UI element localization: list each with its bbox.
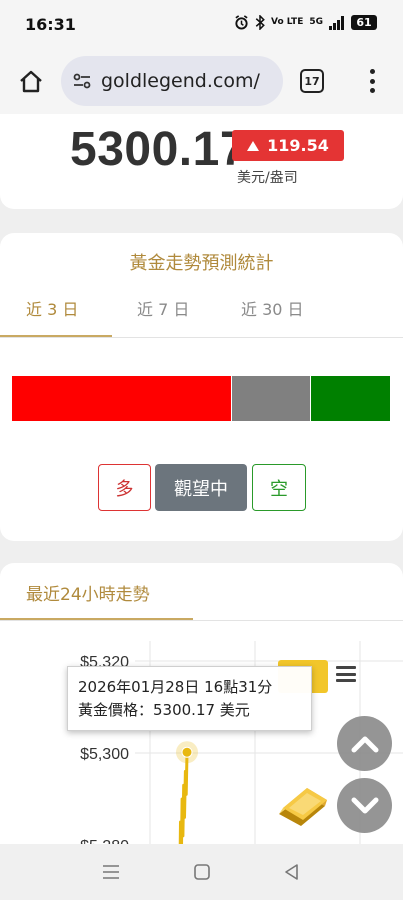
- gold-price: 5300.17: [70, 123, 248, 176]
- wait-button[interactable]: 觀望中: [155, 464, 247, 511]
- tooltip-price: 黃金價格：5300.17 美元: [78, 701, 250, 719]
- menu-dot-icon: [369, 69, 375, 74]
- signal-icon: [329, 15, 344, 30]
- back-icon[interactable]: [282, 862, 302, 882]
- tab-3-days[interactable]: 近 3 日: [26, 296, 78, 320]
- home-button[interactable]: [14, 65, 48, 99]
- highlight-point: [181, 746, 193, 758]
- neutral-bar: [232, 376, 310, 421]
- network-label: 5G: [309, 17, 323, 27]
- alarm-icon: [235, 15, 248, 30]
- tab-switcher-button[interactable]: 17: [300, 69, 324, 93]
- tab-30-days[interactable]: 近 30 日: [241, 296, 304, 320]
- menu-line-icon: [336, 679, 356, 682]
- chevron-up-icon: [351, 736, 378, 752]
- menu-dot-icon: [369, 88, 375, 93]
- system-nav-bar: [0, 844, 403, 900]
- chart-tooltip: 2026年01月28日 16點31分 黃金價格：5300.17 美元: [67, 666, 312, 731]
- tooltip-datetime: 2026年01月28日 16點31分: [78, 678, 273, 696]
- y-tick-label: $5,300: [80, 746, 129, 763]
- site-settings-icon[interactable]: [71, 70, 93, 92]
- status-bar: 16:31 Vo LTE 5G 61: [0, 0, 403, 52]
- home-icon: [20, 70, 42, 93]
- price-card: 5300.17 119.54 美元/盎司: [0, 114, 403, 209]
- chevron-down-icon: [351, 797, 378, 813]
- trend-title: 最近24小時走勢: [26, 585, 150, 605]
- menu-line-icon: [336, 666, 356, 669]
- browser-menu-button[interactable]: [362, 66, 382, 96]
- forecast-title: 黃金走勢預測統計: [129, 253, 274, 274]
- up-triangle-icon: [247, 140, 260, 151]
- bullish-bar: [12, 376, 231, 421]
- tab-7-days[interactable]: 近 7 日: [137, 296, 189, 320]
- price-unit: 美元/盎司: [237, 170, 298, 186]
- bluetooth-icon: [255, 15, 265, 30]
- battery-icon: 61: [351, 15, 377, 30]
- status-time: 16:31: [25, 15, 76, 34]
- price-change-value: 119.54: [267, 136, 329, 155]
- gold-bar-icon[interactable]: [275, 782, 330, 832]
- bearish-bar: [311, 376, 390, 421]
- scroll-up-button[interactable]: [337, 716, 392, 771]
- tab-divider: [0, 337, 403, 338]
- long-button[interactable]: 多: [98, 464, 151, 511]
- chart-menu-button[interactable]: [336, 666, 356, 682]
- address-bar[interactable]: goldlegend.com/: [61, 56, 283, 106]
- menu-dot-icon: [369, 78, 375, 84]
- status-icons: Vo LTE 5G 61: [234, 15, 377, 30]
- forecast-card: 黃金走勢預測統計 近 3 日 近 7 日 近 30 日 多 觀望中 空: [0, 233, 403, 541]
- home-nav-icon[interactable]: [192, 862, 212, 882]
- scroll-down-button[interactable]: [337, 778, 392, 833]
- menu-line-icon: [336, 672, 356, 676]
- browser-toolbar: goldlegend.com/ 17: [0, 52, 403, 114]
- price-change-badge: 119.54: [232, 130, 344, 161]
- url-text: goldlegend.com/: [101, 70, 260, 92]
- recent-apps-icon[interactable]: [101, 862, 121, 882]
- volte-icon: Vo LTE: [271, 17, 304, 27]
- short-button[interactable]: 空: [252, 464, 306, 511]
